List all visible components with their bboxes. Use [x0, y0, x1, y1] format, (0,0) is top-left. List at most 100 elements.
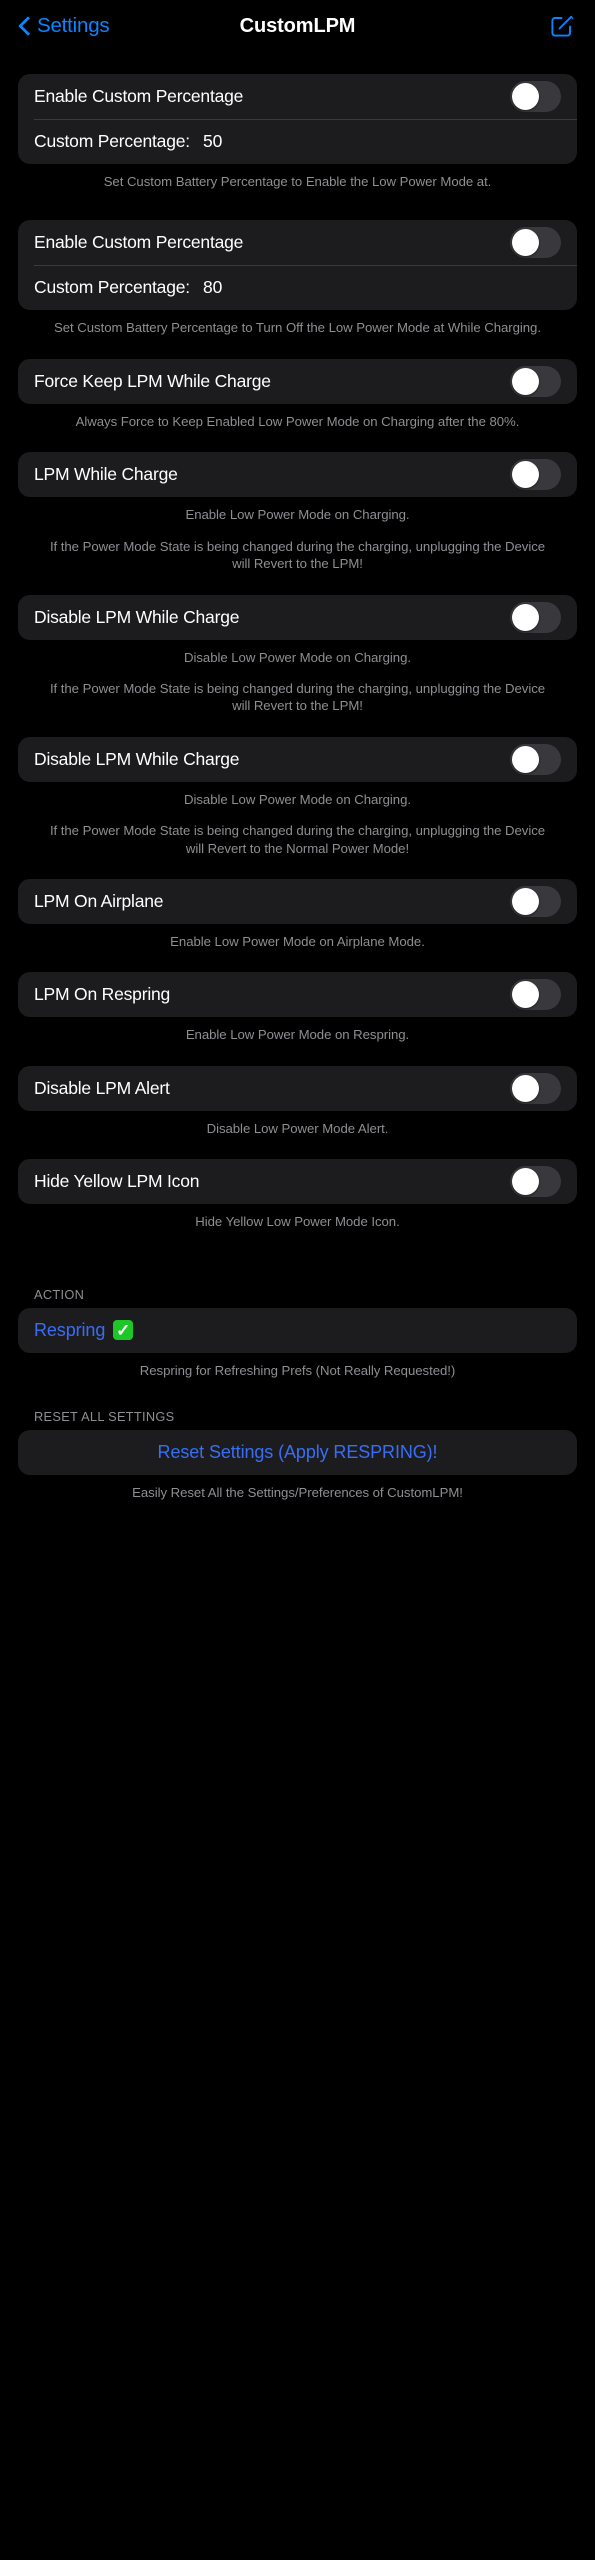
row-label: Disable LPM While Charge: [34, 606, 240, 627]
footer-line: Set Custom Battery Percentage to Turn Of…: [54, 320, 541, 336]
section-disable-lpm-while-charge-2: Disable LPM While Charge: [18, 736, 577, 782]
row-disable-lpm-while-charge-1[interactable]: Disable LPM While Charge: [18, 595, 577, 640]
action-section-header: ACTION: [34, 1286, 85, 1302]
toggle-knob: [512, 367, 539, 395]
section-footer: Enable Low Power Mode on Airplane Mode.: [18, 924, 577, 950]
reset-section-footer: Easily Reset All the Settings/Preference…: [18, 1475, 577, 1501]
section-disable-lpm-alert: Disable LPM Alert: [18, 1065, 577, 1111]
toggle-lpm-on-airplane[interactable]: [510, 886, 561, 918]
settings-screen: Settings CustomLPM Enable Custom Percent…: [0, 0, 595, 2560]
footer-line: Always Force to Keep Enabled Low Power M…: [75, 413, 520, 429]
toggle-knob: [512, 981, 539, 1009]
row-lpm-while-charge[interactable]: LPM While Charge: [18, 452, 577, 497]
section-footer: Set Custom Battery Percentage to Enable …: [18, 164, 577, 190]
row-label: Disable LPM Alert: [34, 1077, 170, 1098]
footer-line: Disable Low Power Mode on Charging.: [184, 649, 411, 665]
section-hide-yellow-lpm-icon: Hide Yellow LPM Icon: [18, 1159, 577, 1205]
section-custom-percentage-enable: Enable Custom Percentage Custom Percenta…: [18, 74, 577, 164]
settings-list: Enable Custom Percentage Custom Percenta…: [0, 74, 595, 1502]
footer-line: Easily Reset All the Settings/Preference…: [132, 1485, 463, 1501]
toggle-hide-yellow-lpm-icon[interactable]: [510, 1166, 561, 1198]
row-label: Custom Percentage:: [34, 277, 190, 298]
footer-line: Enable Low Power Mode on Charging.: [185, 507, 410, 523]
back-button[interactable]: Settings: [18, 14, 110, 38]
navigation-bar: Settings CustomLPM: [0, 0, 595, 52]
chevron-left-icon: [18, 15, 31, 37]
footer-line: Enable Low Power Mode on Airplane Mode.: [170, 934, 425, 950]
respring-button[interactable]: Respring ✓: [18, 1308, 577, 1353]
custom-percentage-value[interactable]: 80: [203, 277, 222, 298]
toggle-knob: [512, 461, 539, 489]
row-enable-custom-percentage[interactable]: Enable Custom Percentage: [18, 220, 577, 265]
toggle-knob: [512, 83, 539, 110]
row-disable-lpm-while-charge-2[interactable]: Disable LPM While Charge: [18, 737, 577, 782]
row-force-keep-lpm-while-charge[interactable]: Force Keep LPM While Charge: [18, 359, 577, 404]
section-footer: Disable Low Power Mode Alert.: [18, 1111, 577, 1137]
toggle-lpm-while-charge[interactable]: [510, 459, 561, 491]
footer-line: Hide Yellow Low Power Mode Icon.: [195, 1214, 400, 1230]
section-force-keep-lpm-while-charge: Force Keep LPM While Charge: [18, 358, 577, 404]
compose-icon[interactable]: [547, 11, 577, 41]
reset-section-header: RESET ALL SETTINGS: [34, 1409, 175, 1425]
compose-icon-svg: [551, 15, 574, 37]
toggle-force-keep-lpm-while-charge[interactable]: [510, 365, 561, 397]
action-section-footer: Respring for Refreshing Prefs (Not Reall…: [18, 1353, 577, 1379]
toggle-lpm-on-respring[interactable]: [510, 979, 561, 1011]
toggle-knob: [512, 888, 539, 916]
toggle-disable-lpm-alert[interactable]: [510, 1072, 561, 1104]
footer-line: Enable Low Power Mode on Respring.: [185, 1027, 410, 1043]
custom-percentage-value[interactable]: 50: [203, 131, 222, 152]
toggle-disable-lpm-while-charge-1[interactable]: [510, 601, 561, 633]
section-footer: Hide Yellow Low Power Mode Icon.: [18, 1204, 577, 1230]
row-lpm-on-airplane[interactable]: LPM On Airplane: [18, 879, 577, 924]
row-hide-yellow-lpm-icon[interactable]: Hide Yellow LPM Icon: [18, 1159, 577, 1204]
section-footer: Enable Low Power Mode on Charging. If th…: [18, 497, 577, 572]
row-enable-custom-percentage[interactable]: Enable Custom Percentage: [18, 74, 577, 119]
section-action: Respring ✓: [18, 1307, 577, 1353]
top-spacer: [0, 52, 595, 74]
footer-line: Disable Low Power Mode on Charging.: [184, 791, 411, 807]
row-label: Enable Custom Percentage: [34, 86, 244, 106]
row-label: Disable LPM While Charge: [34, 748, 240, 769]
row-custom-percentage-value[interactable]: Custom Percentage: 80: [18, 265, 577, 310]
row-disable-lpm-alert[interactable]: Disable LPM Alert: [18, 1066, 577, 1111]
toggle-knob: [512, 603, 539, 631]
toggle-enable-custom-percentage-2[interactable]: [510, 227, 561, 259]
section-reset: Reset Settings (Apply RESPRING)!: [18, 1430, 577, 1476]
toggle-enable-custom-percentage[interactable]: [510, 81, 561, 112]
row-label: Hide Yellow LPM Icon: [34, 1171, 200, 1192]
section-lpm-on-airplane: LPM On Airplane: [18, 879, 577, 925]
row-label: LPM On Airplane: [34, 891, 164, 912]
back-button-label: Settings: [37, 14, 110, 37]
toggle-knob: [512, 1168, 539, 1196]
toggle-disable-lpm-while-charge-2[interactable]: [510, 743, 561, 775]
toggle-knob: [512, 229, 539, 257]
row-label: LPM On Respring: [34, 984, 171, 1005]
toggle-knob: [512, 1074, 539, 1102]
reset-settings-button-label: Reset Settings (Apply RESPRING)!: [157, 1442, 438, 1463]
row-custom-percentage-value[interactable]: Custom Percentage: 50: [18, 119, 577, 164]
footer-line: Respring for Refreshing Prefs (Not Reall…: [139, 1362, 456, 1378]
row-lpm-on-respring[interactable]: LPM On Respring: [18, 972, 577, 1017]
reset-settings-button[interactable]: Reset Settings (Apply RESPRING)!: [18, 1430, 577, 1475]
footer-line: If the Power Mode State is being changed…: [49, 538, 546, 572]
section-lpm-while-charge: LPM While Charge: [18, 452, 577, 498]
toggle-knob: [512, 745, 539, 773]
footer-line: If the Power Mode State is being changed…: [49, 680, 546, 714]
section-disable-lpm-while-charge-1: Disable LPM While Charge: [18, 594, 577, 640]
section-lpm-on-respring: LPM On Respring: [18, 972, 577, 1018]
section-custom-percentage-turnoff: Enable Custom Percentage Custom Percenta…: [18, 220, 577, 311]
row-label: Enable Custom Percentage: [34, 232, 244, 253]
respring-button-label: Respring: [34, 1319, 106, 1340]
